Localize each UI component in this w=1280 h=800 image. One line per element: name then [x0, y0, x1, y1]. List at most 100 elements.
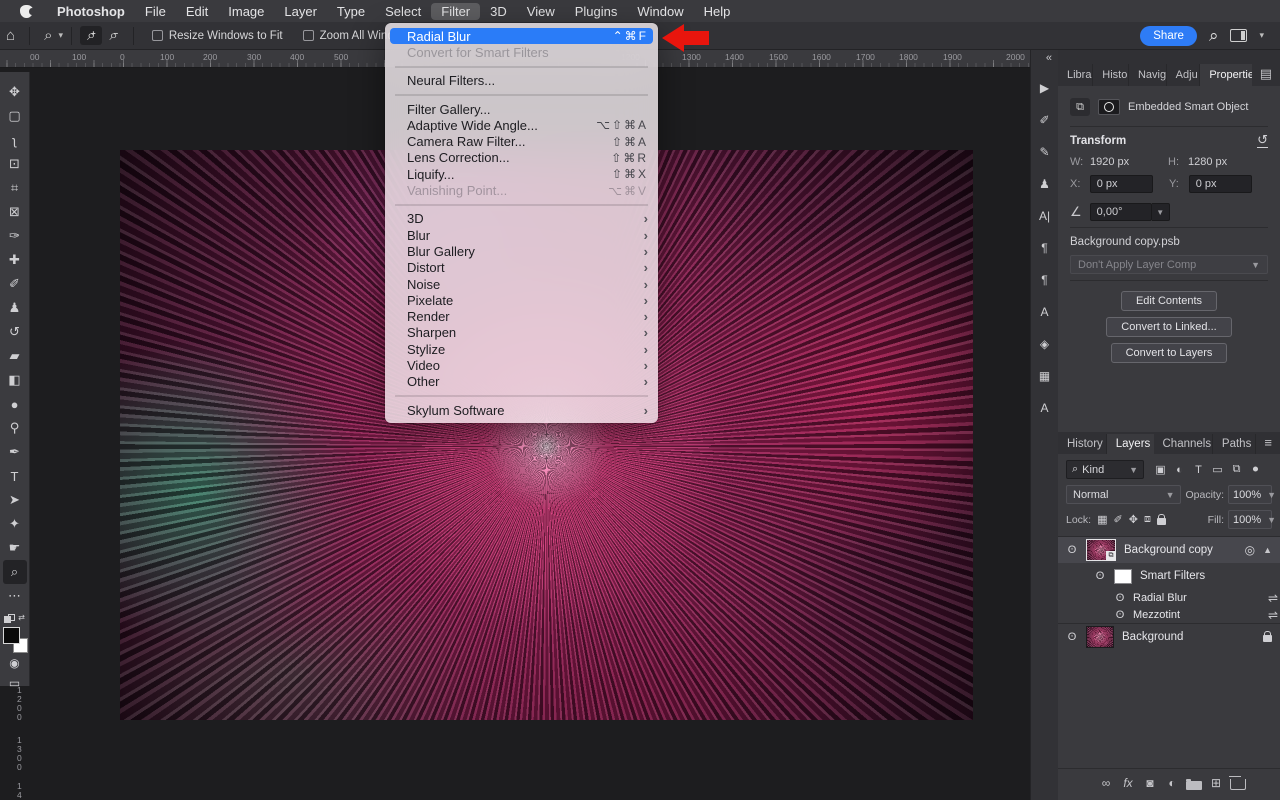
lock-all-icon[interactable] — [1157, 518, 1166, 525]
home-icon[interactable]: ⌂ — [0, 28, 21, 43]
smart-filter-radial-blur-row[interactable]: ʘ Radial Blur ⇌ — [1058, 589, 1280, 606]
menu-item-radial-blur[interactable]: Radial Blur ⌃⌘F › — [390, 28, 653, 44]
menubar-item[interactable]: Edit — [176, 3, 218, 20]
clone-source-icon[interactable]: ♟ — [1033, 172, 1057, 196]
new-group-icon[interactable] — [1186, 781, 1202, 790]
menubar-item[interactable]: File — [135, 3, 176, 20]
menu-item-blur-gallery[interactable]: Blur Gallery › — [385, 243, 658, 259]
menubar-item[interactable]: Help — [694, 3, 741, 20]
fill-input[interactable]: 100% ▼ — [1228, 510, 1272, 529]
link-layers-icon[interactable]: ∞ — [1098, 775, 1114, 791]
menubar-item[interactable]: Layer — [274, 3, 327, 20]
panel-tab[interactable]: Paths — [1213, 434, 1256, 454]
panel-tab[interactable]: Layers — [1107, 434, 1154, 454]
smart-filters-row[interactable]: ʘ Smart Filters — [1058, 563, 1280, 589]
3d-icon[interactable]: ◈ — [1033, 332, 1057, 356]
healing-brush-tool[interactable]: ✚ — [3, 248, 27, 272]
zoom-tool-dropdown[interactable]: ⌕ ▾ — [38, 28, 63, 43]
panel-tab[interactable]: Navig — [1129, 64, 1167, 86]
menubar-item[interactable]: Window — [627, 3, 693, 20]
menu-item-camera-raw[interactable]: Camera Raw Filter... ⇧⌘A › — [385, 133, 658, 149]
layer-row-background-copy[interactable]: ʘ ⧉ Background copy ◎ ▲ — [1058, 537, 1280, 563]
character-icon[interactable]: A| — [1033, 204, 1057, 228]
actions-icon[interactable]: ▶ — [1033, 76, 1057, 100]
menubar-item[interactable]: Image — [218, 3, 274, 20]
workspace-icon[interactable] — [1230, 29, 1247, 42]
blur-tool[interactable]: ● — [3, 392, 27, 416]
panel-menu-icon[interactable]: ▤ — [1252, 62, 1280, 86]
angle-dropdown-chevron[interactable]: ▼ — [1152, 203, 1170, 221]
panel-tab[interactable]: Channels — [1154, 434, 1213, 454]
menubar-item[interactable]: View — [517, 3, 565, 20]
eraser-tool[interactable]: ▰ — [3, 344, 27, 368]
panel-menu-icon[interactable]: ≡ — [1256, 431, 1280, 454]
checkbox[interactable] — [152, 30, 163, 41]
move-tool[interactable]: ✥ — [3, 80, 27, 104]
screen-mode-icon[interactable]: ▭ — [3, 673, 27, 693]
menubar-item[interactable]: Photoshop — [47, 3, 135, 20]
new-layer-icon[interactable]: ⊞ — [1208, 775, 1224, 791]
checkbox[interactable] — [303, 30, 314, 41]
menubar-item[interactable]: Type — [327, 3, 375, 20]
brush-tool[interactable]: ✐ — [3, 272, 27, 296]
menu-item-noise[interactable]: Noise › — [385, 276, 658, 292]
menu-item-video[interactable]: Video › — [385, 357, 658, 373]
layer-row-background[interactable]: ʘ Background — [1058, 623, 1280, 649]
dodge-tool[interactable]: ⚲ — [3, 416, 27, 440]
menu-item-stylize[interactable]: Stylize › — [385, 341, 658, 357]
patterns-icon[interactable]: ▦ — [1033, 364, 1057, 388]
glyphs-icon[interactable]: A — [1033, 396, 1057, 420]
layer-thumbnail[interactable]: ⧉ — [1086, 539, 1116, 561]
convert-to-linked-button[interactable]: Convert to Linked... — [1106, 317, 1231, 337]
y-input[interactable]: 0 px — [1189, 175, 1252, 193]
smart-filter-mezzotint-row[interactable]: ʘ Mezzotint ⇌ — [1058, 606, 1280, 623]
menu-item-vanishing-point[interactable]: Vanishing Point... ⌥⌘V › — [385, 182, 658, 198]
frame-tool[interactable]: ⊠ — [3, 200, 27, 224]
menu-item-skylum-software[interactable]: Skylum Software › — [385, 402, 658, 418]
hand-tool[interactable]: ☛ — [3, 536, 27, 560]
menu-item-pixelate[interactable]: Pixelate › — [385, 292, 658, 308]
pen-tool[interactable]: ✒ — [3, 440, 27, 464]
panel-tab[interactable]: Adju — [1167, 64, 1201, 86]
apple-logo-icon[interactable] — [20, 5, 33, 18]
brushes-icon[interactable]: ✎ — [1033, 140, 1057, 164]
menu-item-convert-smart-filters[interactable]: Convert for Smart Filters › — [385, 44, 658, 60]
history-brush-tool[interactable]: ↺ — [3, 320, 27, 344]
kind-filter-select[interactable]: ⌕ Kind ▼ — [1066, 460, 1144, 479]
filter-mask-thumbnail[interactable] — [1114, 569, 1132, 584]
convert-to-layers-button[interactable]: Convert to Layers — [1111, 343, 1228, 363]
panel-tab[interactable]: History — [1058, 434, 1107, 454]
paragraph-icon[interactable]: ¶ — [1033, 236, 1057, 260]
object-selection-tool[interactable]: ⊡ — [3, 152, 27, 176]
filter-type-layers-icon[interactable]: T — [1190, 461, 1207, 478]
menu-item-blur[interactable]: Blur › — [385, 227, 658, 243]
lock-artboard-icon[interactable]: ⧈ — [1144, 513, 1151, 526]
menubar-item[interactable]: 3D — [480, 3, 517, 20]
menu-item-distort[interactable]: Distort › — [385, 260, 658, 276]
clone-stamp-tool[interactable]: ♟ — [3, 296, 27, 320]
menu-item-3d[interactable]: 3D › — [385, 211, 658, 227]
menu-item-sharpen[interactable]: Sharpen › — [385, 325, 658, 341]
eye-icon[interactable]: ʘ — [1114, 592, 1126, 604]
lock-transparent-icon[interactable]: ▦ — [1097, 513, 1107, 526]
add-mask-icon[interactable]: ◙ — [1142, 775, 1158, 791]
filter-shape-layers-icon[interactable]: ▭ — [1209, 461, 1226, 478]
eye-icon[interactable]: ʘ — [1066, 631, 1078, 643]
share-button[interactable]: Share — [1140, 26, 1197, 46]
x-input[interactable]: 0 px — [1090, 175, 1153, 193]
filter-blend-options-icon[interactable]: ⇌ — [1268, 591, 1278, 605]
panel-tab[interactable]: Libra — [1058, 64, 1093, 86]
edit-contents-button[interactable]: Edit Contents — [1121, 291, 1217, 311]
gradient-tool[interactable]: ◧ — [3, 368, 27, 392]
reset-transform-icon[interactable]: ↺ — [1257, 133, 1268, 148]
collapse-panels-icon[interactable]: « — [1046, 52, 1058, 64]
eye-icon[interactable]: ʘ — [1066, 544, 1078, 556]
menubar-item[interactable]: Filter — [431, 3, 480, 20]
opacity-input[interactable]: 100% ▼ — [1228, 485, 1272, 504]
menu-item-render[interactable]: Render › — [385, 308, 658, 324]
smart-filter-indicator-icon[interactable]: ◎ — [1245, 543, 1255, 557]
menubar-item[interactable]: Select — [375, 3, 431, 20]
menu-item-adaptive-wide-angle[interactable]: Adaptive Wide Angle... ⌥⇧⌘A › — [385, 117, 658, 133]
layer-filter-toggle-icon[interactable]: ⚫ — [1247, 461, 1264, 478]
lasso-tool[interactable]: ʅ — [3, 128, 27, 152]
